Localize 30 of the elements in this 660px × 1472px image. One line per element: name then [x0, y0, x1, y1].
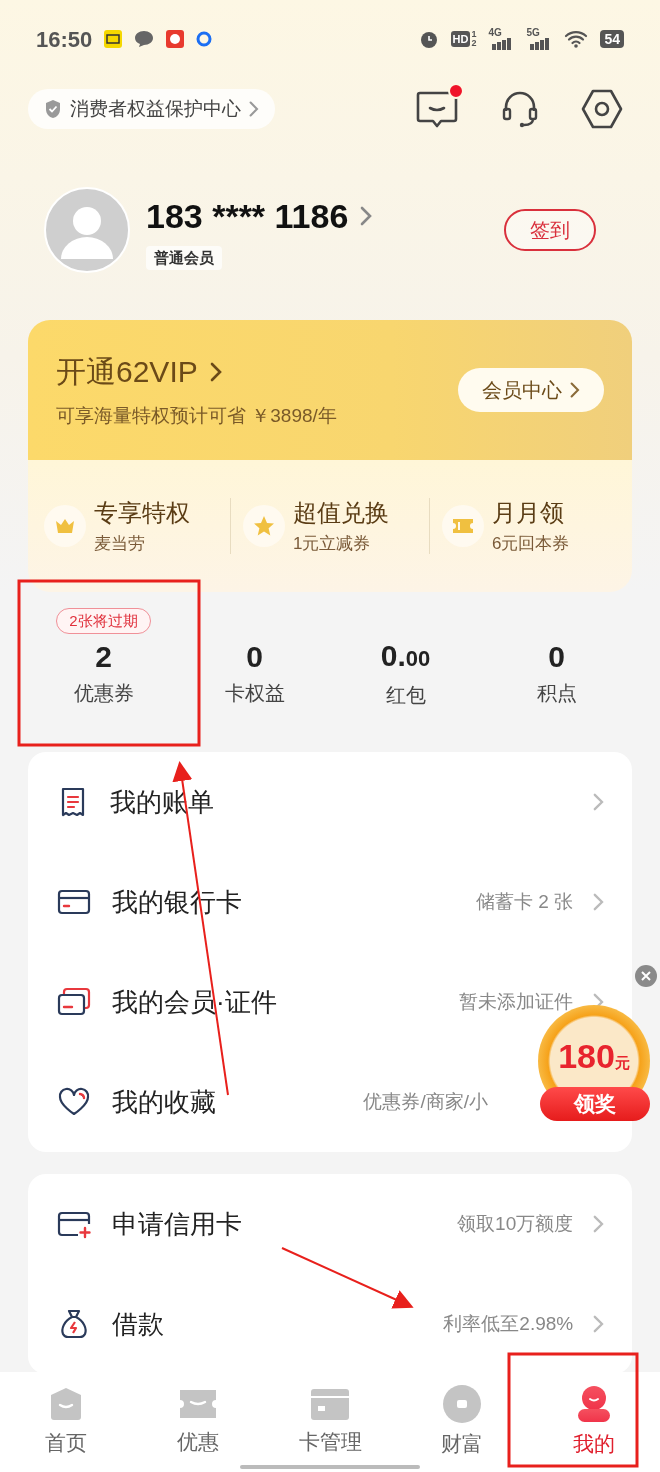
menu-label: 申请信用卡	[112, 1207, 242, 1241]
menu-hint: 优惠券/商家/小	[363, 1089, 488, 1114]
menu-label: 我的收藏	[112, 1085, 216, 1119]
stat-value: 0	[548, 639, 565, 675]
menu-hint: 领取10万额度	[457, 1211, 574, 1236]
stat-value: 0.00	[380, 637, 431, 674]
perk-subtitle: 麦当劳	[94, 533, 146, 556]
stat-value: 0	[246, 639, 263, 675]
perk-subtitle: 6元回本券	[492, 533, 570, 556]
member-level-tag: 普通会员	[146, 245, 222, 270]
perk-title: 超值兑换	[293, 498, 389, 529]
cellular-signal: 4G	[488, 28, 515, 50]
stat-value: 2	[95, 639, 112, 675]
menu-hint: 储蓄卡 2 张	[476, 889, 574, 914]
reward-amount: 180元	[558, 1039, 630, 1073]
stat-label: 优惠券	[73, 681, 134, 706]
expiry-badge: 2张将过期	[56, 608, 151, 634]
menu-label: 借款	[112, 1307, 164, 1341]
menu-hint: 利率低至2.98%	[443, 1311, 574, 1336]
perk-title: 月月领	[492, 498, 565, 529]
status-time: 16:50	[36, 25, 93, 54]
stat-label: 积点	[536, 681, 577, 706]
stat-label: 卡权益	[224, 681, 285, 706]
vip-subtitle: 可享海量特权预计可省 ￥3898/年	[56, 404, 337, 429]
battery-indicator: 54	[600, 30, 624, 48]
perk-title: 专享特权	[94, 498, 190, 529]
cellular-signal: 5G	[526, 28, 553, 50]
phone-number: 183 **** 1186	[146, 195, 349, 237]
perk-subtitle: 1元立减券	[293, 533, 372, 556]
stat-label: 红包	[385, 682, 426, 708]
